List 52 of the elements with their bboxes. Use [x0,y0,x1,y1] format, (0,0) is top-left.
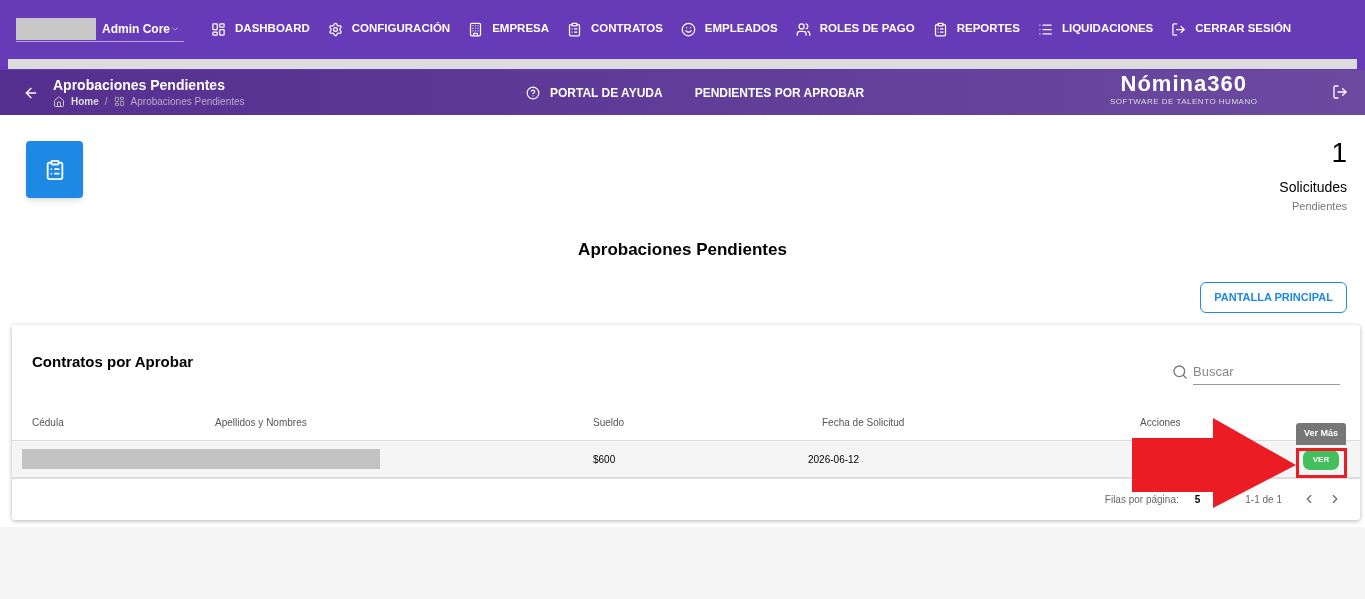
breadcrumb-current: Aprobaciones Pendientes [130,95,245,109]
nav-item[interactable]: CERRAR SESIÓN [1162,20,1301,38]
nav-item[interactable]: DASHBOARD [202,20,319,38]
clipboard-icon [932,21,948,37]
logo-tagline: SOFTWARE DE TALENTO HUMANO [1110,97,1258,107]
main-screen-button[interactable]: PANTALLA PRINCIPAL [1200,282,1347,313]
people-icon [795,21,811,37]
page-range: 1-1 de 1 [1245,492,1282,507]
help-link[interactable]: PORTAL DE AYUDA [526,84,663,102]
rows-per-page-select[interactable]: 5 [1194,491,1201,507]
breadcrumb-link[interactable]: Home [71,94,99,109]
logout-icon[interactable] [1332,84,1348,100]
tooltip: Ver Más [1296,423,1347,445]
table-title: Contratos por Aprobar [32,352,194,372]
stat-label: Solicitudes [1279,178,1347,197]
breadcrumb-separator: / [104,95,108,109]
column-header: Cédula [32,416,65,430]
gear-icon [327,21,343,37]
pending-count: 1 [1331,137,1347,169]
column-header: Fecha de Solicitud [822,416,906,430]
scrollbar[interactable] [8,59,1357,69]
nav-item[interactable]: CONFIGURACIÓN [318,20,460,38]
logo: Nómina360 [1120,71,1247,97]
section-heading: Aprobaciones Pendientes [578,238,787,261]
help-icon [526,86,540,100]
page-title: Aprobaciones Pendientes [53,76,226,94]
nav-item[interactable]: EMPRESA [459,20,559,38]
home-icon [53,95,65,108]
building-icon [468,21,484,37]
search-icon [1172,364,1188,380]
dashboard-icon [211,21,226,37]
column-header: Acciones [1140,416,1182,430]
table-cell-text: $600 [593,452,617,467]
highlight-box [1296,448,1347,478]
brand-name[interactable]: Admin Core [102,19,170,38]
face-icon [680,21,696,37]
nav-item[interactable]: LIQUIDACIONES [1028,20,1163,38]
search-field[interactable]: Buscar [1193,359,1340,385]
nav-item[interactable]: CONTRATOS [558,20,672,38]
nav-item[interactable]: REPORTES [923,20,1029,38]
nav-item[interactable]: EMPLEADOS [671,20,787,38]
rows-per-page-label: Filas por página: [1104,492,1179,507]
pending-link[interactable]: PENDIENTES POR APROBAR [694,84,865,102]
nav-item[interactable]: ROLES DE PAGO [786,20,924,38]
column-header: Apellidos y Nombres [215,416,308,430]
list-icon [1037,21,1053,37]
table-cell-text: 2026-06-12 [808,452,860,467]
stat-sublabel: Pendientes [1291,199,1347,214]
clipboard-icon [567,21,583,37]
dashboard-icon [113,96,125,107]
logout-icon [1171,21,1187,37]
column-header: Sueldo [593,416,626,430]
